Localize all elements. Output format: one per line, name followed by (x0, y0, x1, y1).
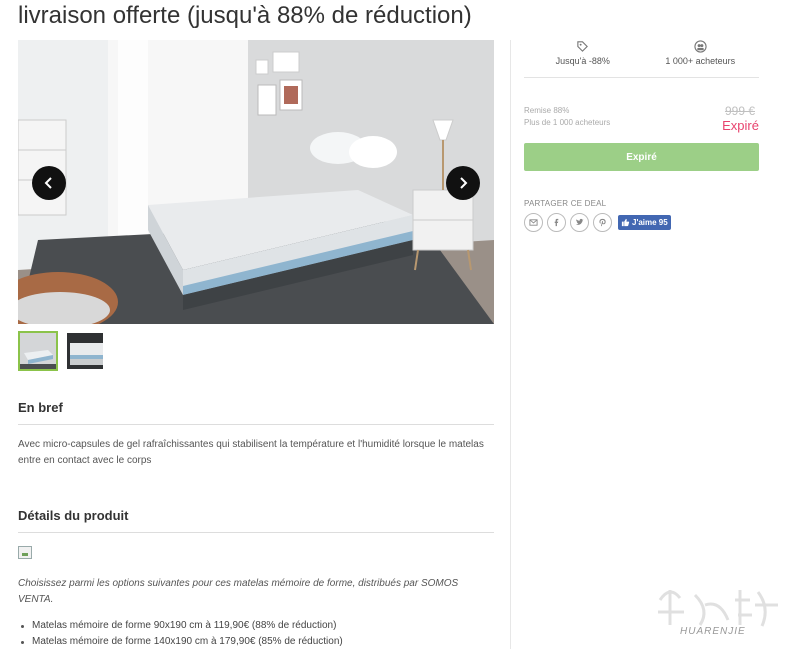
mail-icon (529, 219, 538, 226)
chevron-left-icon (44, 177, 52, 189)
gallery-thumbnails (18, 331, 105, 371)
details-intro: Choisissez parmi les options suivantes p… (18, 578, 459, 605)
en-bref-text: Avec micro-capsules de gel rafraîchissan… (18, 439, 484, 466)
product-main-image (18, 40, 494, 324)
page-title: livraison offerte (jusqu'à 88% de réduct… (18, 2, 472, 29)
gallery-next-button[interactable] (446, 166, 480, 200)
share-facebook-button[interactable] (547, 213, 566, 232)
share-heading: PARTAGER CE DEAL (524, 199, 607, 208)
twitter-icon (575, 218, 584, 225)
discount-text: Remise 88% (524, 106, 570, 115)
share-email-button[interactable] (524, 213, 543, 232)
details-option-list: Matelas mémoire de forme 90x190 cm à 119… (18, 618, 494, 649)
status-badge: Expiré (722, 118, 759, 133)
product-image-gallery[interactable] (18, 40, 494, 324)
facebook-icon (554, 218, 559, 227)
list-item: Matelas mémoire de forme 90x190 cm à 119… (18, 618, 494, 634)
share-pinterest-button[interactable] (593, 213, 612, 232)
deal-sidebar: Jusqu'à -88% 1 000+ acheteurs Remise 88%… (510, 40, 759, 649)
expired-deal-button[interactable]: Expiré (524, 143, 759, 171)
gallery-thumb[interactable] (65, 331, 105, 371)
section-heading-details: Détails du produit (18, 508, 494, 533)
share-twitter-button[interactable] (570, 213, 589, 232)
stat-buyers: 1 000+ acheteurs (642, 40, 760, 77)
section-heading-en-bref: En bref (18, 400, 494, 425)
facebook-like-button[interactable]: J'aime 95 (618, 215, 671, 230)
thumb-image (67, 333, 103, 369)
list-item: Matelas mémoire de forme 140x190 cm à 17… (18, 634, 494, 649)
deal-stats: Jusqu'à -88% 1 000+ acheteurs (524, 40, 759, 78)
buyers-count-text: Plus de 1 000 acheteurs (524, 118, 611, 127)
buyers-icon (694, 40, 707, 53)
broken-image-icon (18, 546, 32, 559)
pinterest-icon (599, 218, 606, 227)
price-block: Remise 88% Plus de 1 000 acheteurs 999 €… (524, 104, 759, 138)
stat-discount-label: Jusqu'à -88% (555, 56, 610, 66)
chevron-right-icon (460, 177, 468, 189)
thumbs-up-icon (621, 218, 630, 227)
gallery-prev-button[interactable] (32, 166, 66, 200)
watermark-text: HUARENJIE (680, 626, 746, 637)
gallery-thumb[interactable] (18, 331, 58, 371)
share-buttons: J'aime 95 (524, 213, 671, 232)
stat-discount: Jusqu'à -88% (524, 40, 642, 77)
stat-buyers-label: 1 000+ acheteurs (665, 56, 736, 66)
thumb-image (20, 333, 56, 369)
tag-icon (577, 41, 589, 52)
original-price: 999 € (724, 104, 755, 118)
facebook-like-label: J'aime 95 (632, 218, 668, 227)
